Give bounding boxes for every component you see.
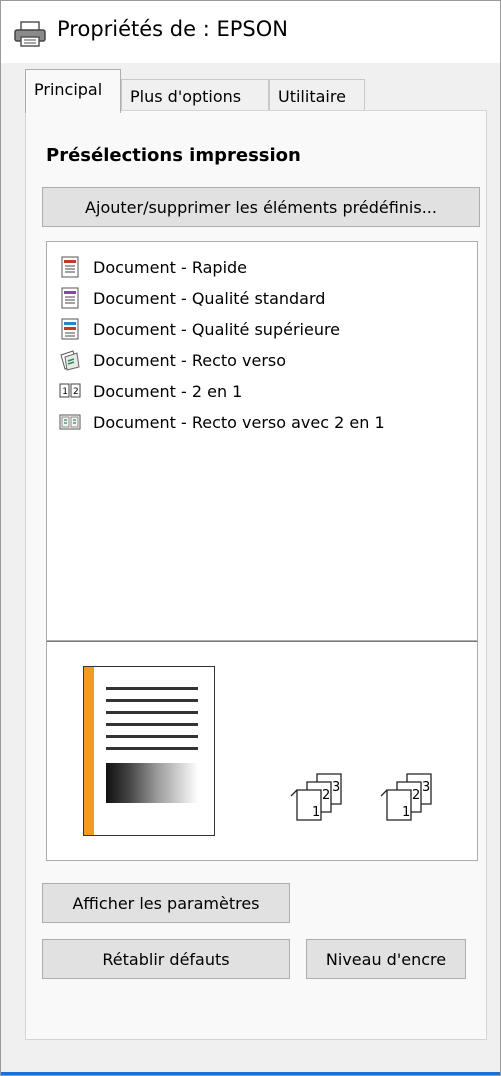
text-line: [106, 735, 198, 738]
stack2-page-2: 2: [412, 788, 420, 803]
preset-label: Document - Qualité standard: [93, 288, 326, 308]
presets-list[interactable]: Document - Rapide Document - Qualité sta…: [46, 241, 478, 641]
list-item[interactable]: Document - Recto verso: [59, 347, 286, 373]
text-line: [106, 723, 198, 726]
tab-utilitaire[interactable]: Utilitaire: [269, 79, 365, 113]
preset-label: Document - 2 en 1: [93, 381, 243, 401]
preset-label: Document - Recto verso: [93, 350, 287, 370]
text-line: [106, 687, 198, 690]
grayscale-gradient: [106, 763, 198, 803]
svg-text:2: 2: [73, 387, 79, 397]
list-item[interactable]: 1 2 Document - 2 en 1: [59, 378, 242, 404]
document-duplex-icon: [60, 350, 80, 371]
collated-stack-icon: 3 2 1: [380, 773, 432, 821]
title-bar: Propriétés de : EPSON: [1, 1, 500, 63]
text-line: [106, 699, 198, 702]
preset-label: Document - Qualité supérieure: [93, 319, 341, 339]
section-title: Présélections impression: [46, 145, 301, 166]
stack1-page-3: 3: [332, 780, 340, 795]
tab-plus-options[interactable]: Plus d'options: [121, 79, 269, 113]
tab-principal[interactable]: Principal: [25, 69, 121, 113]
stack2-page-3: 3: [422, 780, 430, 795]
printer-properties-window: Propriétés de : EPSON Principal Plus d'o…: [0, 0, 501, 1076]
stack2-page-1: 1: [402, 805, 410, 820]
text-line: [106, 711, 198, 714]
show-settings-button[interactable]: Afficher les paramètres: [42, 883, 290, 923]
document-high-quality-icon: [61, 318, 79, 340]
print-preview: 3 2 1 3 2 1: [46, 641, 478, 861]
stack1-page-1: 1: [312, 805, 320, 820]
accent-stripe: [84, 667, 94, 835]
preset-label: Document - Recto verso avec 2 en 1: [93, 412, 385, 432]
window-title: Propriétés de : EPSON: [57, 17, 288, 41]
preset-label: Document - Rapide: [93, 257, 248, 277]
restore-defaults-button[interactable]: Rétablir défauts: [42, 939, 290, 979]
document-duplex-2up-icon: [59, 414, 81, 430]
list-item[interactable]: Document - Rapide: [59, 254, 247, 280]
collated-stack-icon: 3 2 1: [290, 773, 342, 821]
add-remove-presets-button[interactable]: Ajouter/supprimer les éléments prédéfini…: [42, 187, 480, 227]
principal-panel: Présélections impression Ajouter/supprim…: [25, 110, 487, 1040]
list-item[interactable]: Document - Qualité standard: [59, 285, 325, 311]
page-preview: [83, 666, 215, 836]
document-fast-icon: [61, 256, 79, 278]
svg-text:1: 1: [62, 387, 68, 397]
document-2up-icon: 1 2: [59, 383, 81, 398]
list-item[interactable]: Document - Qualité supérieure: [59, 316, 340, 342]
printer-icon: [14, 21, 46, 47]
window-bottom-border: [1, 1072, 500, 1075]
list-item[interactable]: Document - Recto verso avec 2 en 1: [59, 409, 385, 435]
stack1-page-2: 2: [322, 788, 330, 803]
document-standard-icon: [61, 287, 79, 309]
text-line: [106, 747, 198, 750]
ink-levels-button[interactable]: Niveau d'encre: [306, 939, 466, 979]
